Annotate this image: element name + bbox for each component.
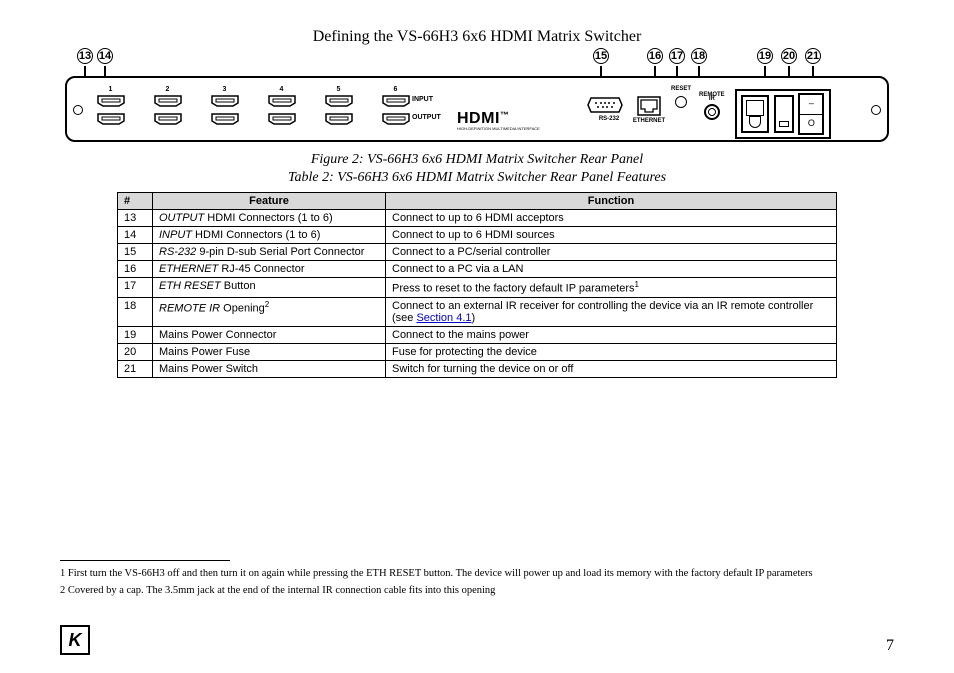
brand-logo: K xyxy=(60,625,90,655)
cell-num: 20 xyxy=(118,343,153,360)
power-block: – O xyxy=(735,89,831,139)
callout-21: 21 xyxy=(805,48,821,64)
cell-function: Connect to a PC/serial controller xyxy=(386,244,837,261)
table-row: 14INPUT HDMI Connectors (1 to 6)Connect … xyxy=(118,227,837,244)
cell-function: Switch for turning the device on or off xyxy=(386,360,837,377)
table-row: 19Mains Power ConnectorConnect to the ma… xyxy=(118,326,837,343)
cell-num: 15 xyxy=(118,244,153,261)
footnote-separator xyxy=(60,560,230,561)
hdmi-output-4 xyxy=(268,113,296,125)
callout-20: 20 xyxy=(781,48,797,64)
hdmi-output-2 xyxy=(154,113,182,125)
cell-function: Connect to up to 6 HDMI acceptors xyxy=(386,210,837,227)
input-row-label: INPUT xyxy=(412,94,441,112)
col-header-num: # xyxy=(118,193,153,210)
output-row-label: OUTPUT xyxy=(412,112,441,130)
hdmi-logo: HDMI™ HIGH-DEFINITION MULTIMEDIA INTERFA… xyxy=(457,110,540,131)
callout-18: 18 xyxy=(691,48,707,64)
callout-14: 14 xyxy=(97,48,113,64)
cell-num: 19 xyxy=(118,326,153,343)
ethernet-port-icon xyxy=(637,96,661,116)
page-number: 7 xyxy=(886,637,894,655)
callout-19: 19 xyxy=(757,48,773,64)
table-row: 15RS-232 9-pin D-sub Serial Port Connect… xyxy=(118,244,837,261)
mains-switch-icon: – O xyxy=(798,93,824,135)
port-num-6: 6 xyxy=(372,86,419,93)
table-row: 20Mains Power FuseFuse for protecting th… xyxy=(118,343,837,360)
port-num-5: 5 xyxy=(315,86,362,93)
section-link[interactable]: Section 4.1 xyxy=(416,312,471,324)
port-num-4: 4 xyxy=(258,86,305,93)
cell-function: Connect to the mains power xyxy=(386,326,837,343)
cell-num: 21 xyxy=(118,360,153,377)
cell-feature: Mains Power Switch xyxy=(153,360,386,377)
cell-feature: ETH RESET Button xyxy=(153,278,386,298)
cell-feature: RS-232 9-pin D-sub Serial Port Connector xyxy=(153,244,386,261)
rs232-port-icon xyxy=(587,96,623,114)
cell-function: Press to reset to the factory default IP… xyxy=(386,278,837,298)
ethernet-label: ETHERNET xyxy=(631,118,667,124)
cell-num: 18 xyxy=(118,297,153,326)
cell-function: Connect to a PC via a LAN xyxy=(386,261,837,278)
callout-17: 17 xyxy=(669,48,685,64)
table-row: 13OUTPUT HDMI Connectors (1 to 6)Connect… xyxy=(118,210,837,227)
rs232-label: RS-232 xyxy=(587,116,631,122)
hdmi-input-5 xyxy=(325,95,353,107)
cell-feature: Mains Power Connector xyxy=(153,326,386,343)
callout-leaders xyxy=(65,66,889,76)
cell-feature: Mains Power Fuse xyxy=(153,343,386,360)
hdmi-output-5 xyxy=(325,113,353,125)
hdmi-input-2 xyxy=(154,95,182,107)
mains-fuse-icon xyxy=(774,95,794,133)
cell-feature: OUTPUT HDMI Connectors (1 to 6) xyxy=(153,210,386,227)
port-num-2: 2 xyxy=(144,86,191,93)
table-caption: Table 2: VS-66H3 6x6 HDMI Matrix Switche… xyxy=(60,170,894,186)
hdmi-output-6 xyxy=(382,113,410,125)
cell-feature: REMOTE IR Opening2 xyxy=(153,297,386,326)
table-row: 17ETH RESET ButtonPress to reset to the … xyxy=(118,278,837,298)
page-header-title: Defining the VS-66H3 6x6 HDMI Matrix Swi… xyxy=(60,28,894,46)
hdmi-input-4 xyxy=(268,95,296,107)
callout-row: 13 14 15 16 17 18 19 20 21 xyxy=(65,48,889,66)
hdmi-output-3 xyxy=(211,113,239,125)
hdmi-output-1 xyxy=(97,113,125,125)
port-num-1: 1 xyxy=(87,86,134,93)
table-row: 18REMOTE IR Opening2Connect to an extern… xyxy=(118,297,837,326)
cell-feature: INPUT HDMI Connectors (1 to 6) xyxy=(153,227,386,244)
features-table: # Feature Function 13OUTPUT HDMI Connect… xyxy=(117,192,837,378)
mains-power-connector-icon xyxy=(741,95,769,133)
rear-panel-diagram: 1 2 3 4 5 6 INPUT OUTPUT HDMI™ HIGH-DEFI… xyxy=(65,76,889,142)
footnote-1: 1 First turn the VS-66H3 off and then tu… xyxy=(60,566,894,582)
col-header-feature: Feature xyxy=(153,193,386,210)
cell-num: 13 xyxy=(118,210,153,227)
cell-function: Fuse for protecting the device xyxy=(386,343,837,360)
table-row: 21Mains Power SwitchSwitch for turning t… xyxy=(118,360,837,377)
cell-num: 14 xyxy=(118,227,153,244)
table-row: 16ETHERNET RJ-45 ConnectorConnect to a P… xyxy=(118,261,837,278)
cell-function: Connect to up to 6 HDMI sources xyxy=(386,227,837,244)
reset-button-icon xyxy=(675,96,687,108)
port-num-3: 3 xyxy=(201,86,248,93)
cell-num: 16 xyxy=(118,261,153,278)
col-header-function: Function xyxy=(386,193,837,210)
hdmi-input-3 xyxy=(211,95,239,107)
callout-16: 16 xyxy=(647,48,663,64)
cell-num: 17 xyxy=(118,278,153,298)
remote-ir-opening-icon xyxy=(704,104,720,120)
cell-function: Connect to an external IR receiver for c… xyxy=(386,297,837,326)
cell-feature: ETHERNET RJ-45 Connector xyxy=(153,261,386,278)
footnote-2: 2 Covered by a cap. The 3.5mm jack at th… xyxy=(60,583,894,599)
callout-15: 15 xyxy=(593,48,609,64)
hdmi-input-1 xyxy=(97,95,125,107)
reset-label: RESET xyxy=(671,86,691,92)
figure-caption: Figure 2: VS-66H3 6x6 HDMI Matrix Switch… xyxy=(60,152,894,168)
hdmi-port-grid: 1 2 3 4 5 6 xyxy=(87,86,425,131)
callout-13: 13 xyxy=(77,48,93,64)
hdmi-input-6 xyxy=(382,95,410,107)
